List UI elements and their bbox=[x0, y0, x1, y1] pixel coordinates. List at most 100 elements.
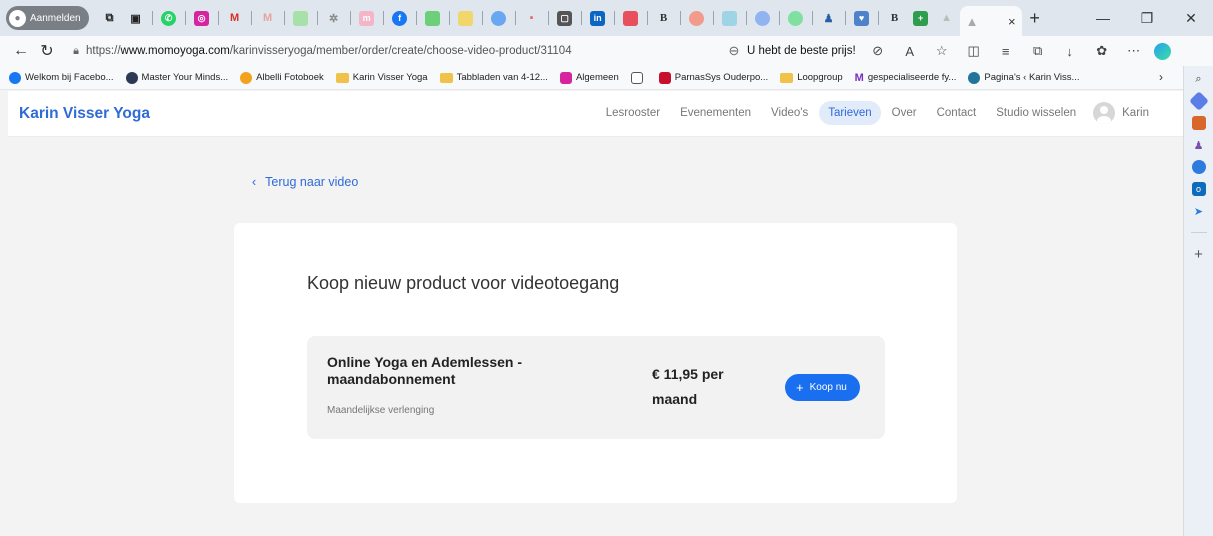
m-tab-icon[interactable]: m bbox=[354, 5, 380, 31]
facebook-icon bbox=[9, 71, 21, 84]
chevron-right-icon[interactable]: › bbox=[1159, 70, 1163, 84]
orange-tab-icon[interactable] bbox=[684, 5, 710, 31]
favorites-icon[interactable]: ≡ bbox=[990, 44, 1022, 59]
b-tab-icon[interactable]: B bbox=[651, 5, 677, 31]
person-tab-icon[interactable]: ♟ bbox=[816, 5, 842, 31]
bookmark-item[interactable]: Algemeen bbox=[559, 71, 619, 84]
whatsapp-tab-icon[interactable] bbox=[783, 5, 809, 31]
teal-tab-icon[interactable] bbox=[717, 5, 743, 31]
parnassys-icon bbox=[658, 71, 671, 84]
nav-tarieven[interactable]: Tarieven bbox=[819, 101, 881, 125]
bookmark-item[interactable]: Mgespecialiseerde fy... bbox=[855, 72, 957, 84]
workspaces-icon[interactable]: ⧉ bbox=[97, 5, 123, 31]
address-bar: ← ↻ 🔒︎ https://www.momoyoga.com/karinvis… bbox=[0, 36, 1213, 66]
user-name: Karin bbox=[1122, 107, 1149, 119]
active-tab[interactable]: ▲ × bbox=[959, 6, 1022, 36]
minimize-icon[interactable]: — bbox=[1081, 10, 1125, 26]
grey-tab-icon[interactable]: ▲ bbox=[934, 5, 960, 31]
green-tab-icon[interactable] bbox=[288, 5, 314, 31]
tag-icon[interactable] bbox=[1188, 91, 1209, 111]
plus-icon: + bbox=[796, 380, 804, 395]
read-aloud-icon[interactable]: A bbox=[894, 44, 926, 59]
user-menu[interactable]: Karin bbox=[1093, 102, 1149, 124]
close-window-icon[interactable]: ✕ bbox=[1169, 10, 1213, 27]
outlook-icon[interactable]: o bbox=[1191, 182, 1206, 196]
back-to-video-link[interactable]: ‹ Terug naar video bbox=[252, 175, 358, 189]
office-icon[interactable] bbox=[1191, 160, 1206, 174]
tab-favicon-icon: ▲ bbox=[965, 13, 979, 29]
price-promo-text[interactable]: U hebt de beste prijs! bbox=[747, 45, 856, 57]
buy-now-label: Koop nu bbox=[809, 382, 847, 393]
gmail-tab-icon[interactable]: M bbox=[222, 5, 248, 31]
bookmark-folder[interactable]: Karin Visser Yoga bbox=[335, 72, 428, 83]
bookmark-folder[interactable]: Tabbladen van 4-12... bbox=[439, 72, 548, 83]
red-grid-tab-icon[interactable] bbox=[618, 5, 644, 31]
heart-tab-icon[interactable]: ♥ bbox=[849, 5, 875, 31]
m-logo-icon: M bbox=[854, 71, 864, 84]
copilot-icon[interactable] bbox=[1153, 42, 1171, 60]
zoom-icon[interactable]: ⊖ bbox=[721, 43, 747, 59]
favorite-star-icon[interactable]: ☆ bbox=[926, 43, 958, 59]
bookmark-folder[interactable]: Loopgroup bbox=[780, 72, 843, 83]
bookmark-item[interactable]: Albelli Fotoboek bbox=[240, 71, 324, 84]
extensions-icon[interactable]: ✿ bbox=[1086, 43, 1118, 59]
briefcase-icon[interactable] bbox=[1191, 116, 1206, 130]
search-icon[interactable]: ⌕ bbox=[1192, 72, 1206, 86]
nav-contact[interactable]: Contact bbox=[928, 101, 986, 125]
profile-icon: ● bbox=[9, 9, 26, 27]
downloads-icon[interactable]: ↓ bbox=[1054, 44, 1086, 59]
facebook-tab-icon[interactable]: f bbox=[387, 5, 413, 31]
people-icon[interactable]: ♟ bbox=[1192, 138, 1206, 152]
instagram-tab-icon[interactable]: ◎ bbox=[189, 5, 215, 31]
nav-evenementen[interactable]: Evenementen bbox=[671, 101, 760, 125]
restore-icon[interactable]: ❐ bbox=[1125, 10, 1169, 27]
url-host: www.momoyoga.com bbox=[120, 45, 230, 57]
collections-icon[interactable]: ⧉ bbox=[1022, 43, 1054, 59]
nav-studio-wisselen[interactable]: Studio wisselen bbox=[987, 101, 1085, 125]
more-icon[interactable]: ⋯ bbox=[1118, 43, 1150, 59]
bookmark-item[interactable]: Welkom bij Facebo... bbox=[9, 71, 114, 84]
bookmark-item[interactable] bbox=[630, 71, 647, 84]
bookmark-item[interactable]: Pagina's ‹ Karin Viss... bbox=[968, 71, 1079, 84]
blue-circle-tab-icon[interactable] bbox=[750, 5, 776, 31]
avatar bbox=[1093, 102, 1116, 124]
slack-tab-icon[interactable]: ✲ bbox=[321, 5, 347, 31]
folder-icon bbox=[439, 72, 453, 83]
refresh-icon[interactable]: ↻ bbox=[34, 41, 60, 61]
red-tab-icon[interactable]: ▪ bbox=[519, 5, 545, 31]
gmail-tab-icon[interactable]: M bbox=[255, 5, 281, 31]
dark-square-tab-icon[interactable]: ▢ bbox=[552, 5, 578, 31]
back-label: Terug naar video bbox=[265, 175, 359, 189]
whatsapp-tab-icon[interactable]: ✆ bbox=[156, 5, 182, 31]
green-square-tab-icon[interactable] bbox=[420, 5, 446, 31]
tab-close-icon[interactable]: × bbox=[1008, 14, 1016, 29]
tab-list: ⧉ ▣ ✆ ◎ M M ✲ m f ▪ ▢ in B ♟ ♥ B + ▲ bbox=[97, 5, 960, 31]
send-icon[interactable]: ➤ bbox=[1192, 204, 1206, 218]
bookmark-item[interactable]: Master Your Minds... bbox=[125, 71, 228, 84]
plus-square-tab-icon[interactable]: + bbox=[908, 5, 934, 31]
bookmark-item[interactable]: ParnasSys Ouderpo... bbox=[658, 71, 768, 84]
new-tab-button[interactable]: + bbox=[1022, 8, 1048, 29]
nav-videos[interactable]: Video's bbox=[762, 101, 817, 125]
product-price: € 11,95 per maand bbox=[652, 366, 724, 407]
profile-button[interactable]: ● Aanmelden bbox=[6, 6, 89, 30]
linkedin-tab-icon[interactable]: in bbox=[585, 5, 611, 31]
price-tag-icon[interactable]: ⊘ bbox=[862, 43, 894, 59]
nav-lesrooster[interactable]: Lesrooster bbox=[597, 101, 669, 125]
split-screen-icon[interactable]: ◫ bbox=[958, 43, 990, 59]
site-brand[interactable]: Karin Visser Yoga bbox=[19, 105, 150, 123]
wordpress-icon bbox=[968, 71, 981, 84]
web-page: Karin Visser Yoga Lesrooster Evenementen… bbox=[8, 91, 1183, 536]
url-path: /karinvisseryoga/member/order/create/cho… bbox=[229, 45, 572, 57]
tab-actions-icon[interactable]: ▣ bbox=[123, 5, 149, 31]
nav-over[interactable]: Over bbox=[883, 101, 926, 125]
url-field[interactable]: 🔒︎ https://www.momoyoga.com/karinvissery… bbox=[66, 39, 721, 63]
browser-tab-strip: ● Aanmelden ⧉ ▣ ✆ ◎ M M ✲ m f ▪ ▢ in B ♟… bbox=[0, 0, 1213, 36]
chrome-tab-icon[interactable] bbox=[486, 5, 512, 31]
yellow-tab-icon[interactable] bbox=[453, 5, 479, 31]
b-tab-icon[interactable]: B bbox=[882, 5, 908, 31]
add-icon[interactable]: + bbox=[1192, 246, 1206, 263]
back-arrow-icon[interactable]: ← bbox=[8, 42, 34, 60]
buy-now-button[interactable]: + Koop nu bbox=[785, 374, 860, 401]
page-icon bbox=[630, 71, 643, 84]
